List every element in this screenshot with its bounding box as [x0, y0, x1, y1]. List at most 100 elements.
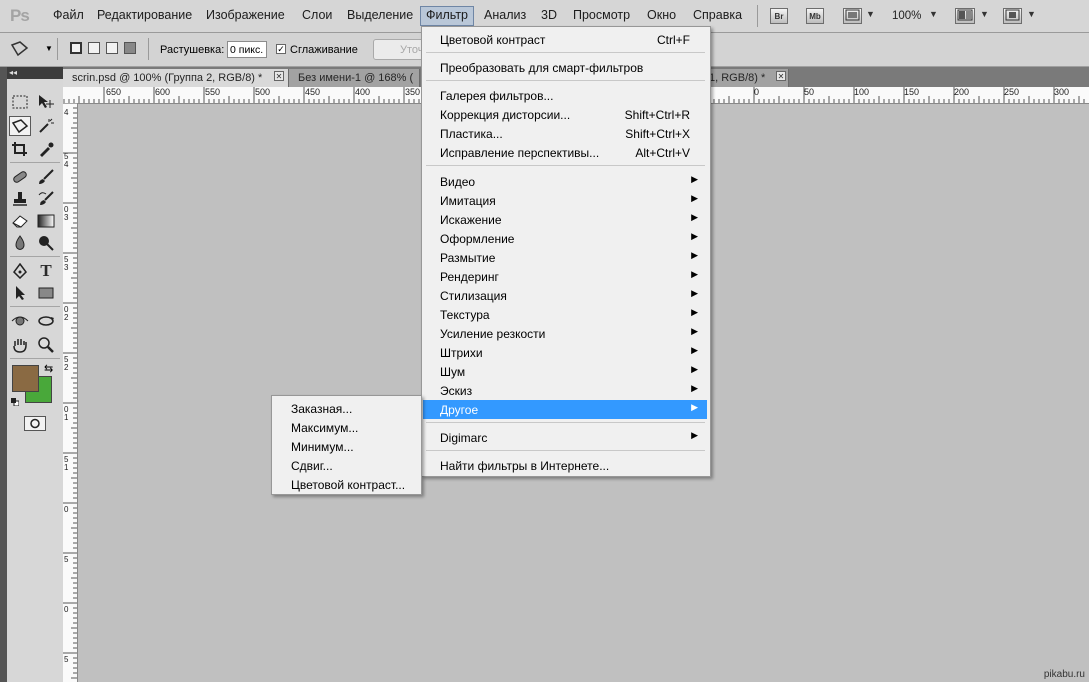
chevron-down-icon[interactable]: ▼ — [929, 9, 938, 19]
menu-item-pixelate[interactable]: Оформление ▶ — [423, 229, 707, 248]
menu-separator — [426, 450, 705, 451]
clone-stamp-tool-icon[interactable] — [9, 189, 31, 209]
blur-tool-icon[interactable] — [9, 233, 31, 253]
bridge-icon[interactable]: Br — [770, 8, 788, 24]
menu-image[interactable]: Изображение — [206, 8, 285, 22]
marquee-tool-icon[interactable] — [9, 92, 31, 112]
menu-item-video[interactable]: Видео ▶ — [423, 172, 707, 191]
submenu-item-high-pass[interactable]: Цветовой контраст... — [273, 475, 419, 494]
close-icon[interactable]: ✕ — [274, 71, 284, 81]
tool-divider — [10, 306, 60, 307]
zoom-level[interactable]: 100% — [892, 10, 921, 22]
submenu-arrow-icon: ▶ — [691, 345, 698, 355]
chevron-down-icon[interactable]: ▼ — [45, 44, 53, 53]
menu-layers[interactable]: Слои — [302, 8, 332, 22]
menu-item-vanishing-point[interactable]: Исправление перспективы... Alt+Ctrl+V — [423, 143, 707, 162]
menu-filter[interactable]: Фильтр — [420, 6, 474, 26]
menu-item-blur[interactable]: Размытие ▶ — [423, 248, 707, 267]
options-divider — [148, 38, 149, 60]
menu-item-brush-strokes[interactable]: Штрихи ▶ — [423, 343, 707, 362]
chevron-down-icon[interactable]: ▼ — [980, 9, 989, 19]
submenu-item-offset[interactable]: Сдвиг... — [273, 456, 419, 475]
submenu-arrow-icon: ▶ — [691, 269, 698, 279]
document-tab[interactable]: Без имени-1 @ 168% ( — [289, 69, 420, 87]
3d-rotate-tool-icon[interactable] — [9, 311, 31, 331]
menu-help[interactable]: Справка — [693, 8, 742, 22]
menu-item-convert-smart-filters[interactable]: Преобразовать для смарт-фильтров — [423, 58, 707, 77]
menu-3d[interactable]: 3D — [541, 8, 557, 22]
chevron-down-icon[interactable]: ▼ — [866, 9, 875, 19]
submenu-arrow-icon: ▶ — [691, 383, 698, 393]
history-brush-tool-icon[interactable] — [35, 189, 57, 209]
menu-item-render[interactable]: Рендеринг ▶ — [423, 267, 707, 286]
healing-brush-tool-icon[interactable] — [9, 167, 31, 187]
pen-tool-icon[interactable] — [9, 261, 31, 281]
menu-item-liquify[interactable]: Пластика... Shift+Ctrl+X — [423, 124, 707, 143]
mini-bridge-icon[interactable]: Mb — [806, 8, 824, 24]
gradient-tool-icon[interactable] — [35, 211, 57, 231]
menu-select[interactable]: Выделение — [347, 8, 413, 22]
menu-item-artistic[interactable]: Имитация ▶ — [423, 191, 707, 210]
default-colors-icon[interactable] — [11, 395, 20, 407]
antialias-checkbox[interactable]: ✓ — [276, 44, 286, 54]
move-tool-icon[interactable] — [35, 92, 57, 112]
menu-item-digimarc[interactable]: Digimarc ▶ — [423, 428, 707, 447]
polygonal-lasso-tool-icon[interactable] — [9, 116, 31, 136]
menu-item-label: Усиление резкости — [440, 327, 546, 341]
add-to-selection-icon[interactable] — [88, 42, 100, 54]
menu-item-sketch[interactable]: Эскиз ▶ — [423, 381, 707, 400]
crop-tool-icon[interactable] — [9, 139, 31, 159]
tools-panel-header[interactable]: ◂◂ — [7, 67, 63, 79]
menu-item-browse-filters-online[interactable]: Найти фильтры в Интернете... — [423, 456, 707, 475]
menu-window[interactable]: Окно — [647, 8, 676, 22]
brush-tool-icon[interactable] — [35, 167, 57, 187]
close-icon[interactable]: ✕ — [776, 71, 786, 81]
menu-edit[interactable]: Редактирование — [97, 8, 192, 22]
menu-item-distort[interactable]: Искажение ▶ — [423, 210, 707, 229]
menu-item-sharpen[interactable]: Усиление резкости ▶ — [423, 324, 707, 343]
menu-analysis[interactable]: Анализ — [484, 8, 526, 22]
hand-tool-icon[interactable] — [9, 335, 31, 355]
eraser-tool-icon[interactable] — [9, 211, 31, 231]
zoom-tool-icon[interactable] — [35, 335, 57, 355]
ruler-label: 4 — [64, 160, 69, 169]
subtract-from-selection-icon[interactable] — [106, 42, 118, 54]
quick-mask-icon[interactable] — [24, 416, 46, 431]
ruler-label: 650 — [106, 87, 122, 97]
polygonal-lasso-preset-icon[interactable] — [9, 39, 31, 59]
menu-item-other[interactable]: Другое ▶ — [423, 400, 707, 419]
new-selection-icon[interactable] — [70, 42, 82, 54]
path-selection-tool-icon[interactable] — [9, 283, 31, 303]
rectangle-tool-icon[interactable] — [35, 283, 57, 303]
foreground-color-swatch[interactable] — [12, 365, 39, 392]
menu-item-filter-gallery[interactable]: Галерея фильтров... — [423, 86, 707, 105]
feather-input[interactable] — [227, 41, 267, 58]
intersect-selection-icon[interactable] — [124, 42, 136, 54]
magic-wand-tool-icon[interactable] — [35, 116, 57, 136]
menu-item-last-filter[interactable]: Цветовой контраст Ctrl+F — [423, 30, 707, 49]
menu-item-label: Другое — [440, 403, 479, 417]
arrange-documents-icon[interactable] — [955, 8, 975, 24]
menu-item-lens-correction[interactable]: Коррекция дисторсии... Shift+Ctrl+R — [423, 105, 707, 124]
collapse-icon[interactable]: ◂◂ — [7, 68, 17, 77]
submenu-item-minimum[interactable]: Минимум... — [273, 437, 419, 456]
type-tool-icon[interactable]: T — [35, 261, 57, 281]
extras-icon[interactable] — [843, 8, 862, 24]
menu-item-noise[interactable]: Шум ▶ — [423, 362, 707, 381]
menu-item-label: Рендеринг — [440, 270, 499, 284]
screen-mode-icon[interactable] — [1003, 8, 1022, 24]
menu-view[interactable]: Просмотр — [573, 8, 630, 22]
3d-orbit-tool-icon[interactable] — [35, 311, 57, 331]
submenu-item-custom[interactable]: Заказная... — [273, 399, 419, 418]
document-tab[interactable]: scrin.psd @ 100% (Группа 2, RGB/8) * — [63, 69, 289, 87]
chevron-down-icon[interactable]: ▼ — [1027, 9, 1036, 19]
swap-colors-icon[interactable]: ⇆ — [44, 362, 53, 375]
menu-item-stylize[interactable]: Стилизация ▶ — [423, 286, 707, 305]
submenu-item-maximum[interactable]: Максимум... — [273, 418, 419, 437]
dodge-tool-icon[interactable] — [35, 233, 57, 253]
menu-file[interactable]: Файл — [53, 8, 84, 22]
antialias-label: Сглаживание — [290, 44, 358, 56]
menu-item-texture[interactable]: Текстура ▶ — [423, 305, 707, 324]
eyedropper-tool-icon[interactable] — [35, 139, 57, 159]
menubar-divider — [757, 5, 758, 27]
